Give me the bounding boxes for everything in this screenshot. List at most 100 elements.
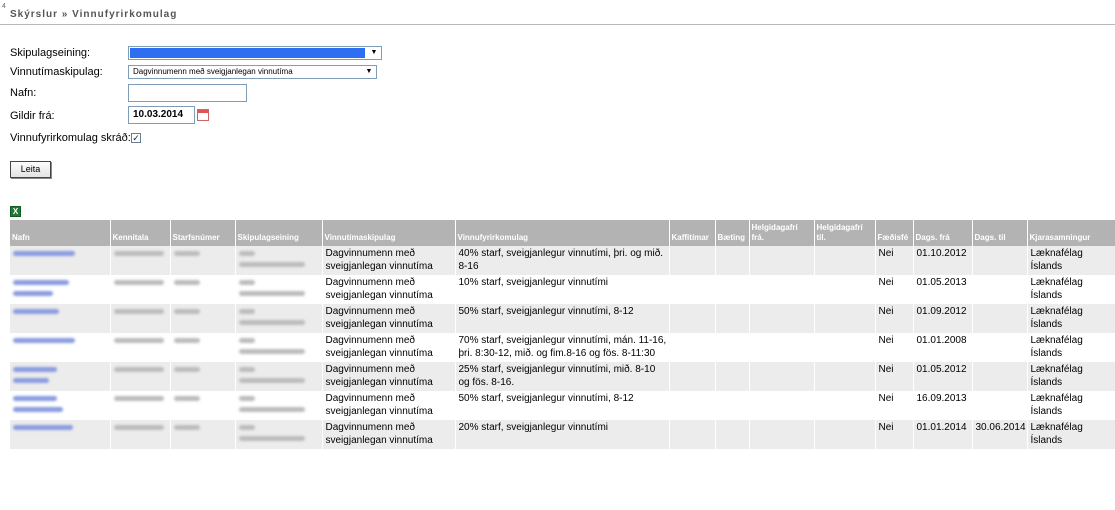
cell-skipulagseining-redacted [235, 275, 323, 304]
cell-dags-fra: 01.05.2013 [913, 275, 973, 304]
cell-faedisfe: Nei [875, 275, 914, 304]
col-header-kjarasamningur[interactable]: Kjarasamningur [1027, 220, 1115, 246]
col-header-dags-til[interactable]: Dags. til [972, 220, 1028, 246]
cell-nafn-link[interactable] [10, 246, 111, 275]
cell-vinnutimaskipulag: Dagvinnumenn með sveigjanlegan vinnutíma [322, 420, 456, 449]
cell-kaffitimar [669, 362, 716, 391]
col-header-nafn[interactable]: Nafn [10, 220, 111, 246]
cell-kjarasamningur: Læknafélag Íslands [1027, 391, 1115, 420]
cell-skipulagseining-redacted [235, 391, 323, 420]
cell-baeting [715, 391, 750, 420]
cell-faedisfe: Nei [875, 420, 914, 449]
cell-nafn-link[interactable] [10, 333, 111, 362]
cell-nafn-link[interactable] [10, 391, 111, 420]
skipulagseining-select[interactable]: ▼ [128, 46, 382, 60]
cell-starfsnumer-redacted [170, 391, 236, 420]
cell-starfsnumer-redacted [170, 362, 236, 391]
cell-dags-til [972, 275, 1028, 304]
cell-nafn-link[interactable] [10, 420, 111, 449]
cell-helgidagafri-fra [749, 420, 815, 449]
cell-dags-til: 30.06.2014 [972, 420, 1028, 449]
cell-faedisfe: Nei [875, 304, 914, 333]
cell-starfsnumer-redacted [170, 246, 236, 275]
col-header-vinnutimaskipulag[interactable]: Vinnutímaskipulag [322, 220, 456, 246]
cell-nafn-link[interactable] [10, 304, 111, 333]
nafn-label: Nafn: [10, 87, 37, 99]
cell-helgidagafri-til [814, 362, 876, 391]
cell-vinnufyrirkomulag: 10% starf, sveigjanlegur vinnutími [455, 275, 670, 304]
vinnufyrirkomulag-skrad-label: Vinnufyrirkomulag skráð: [10, 132, 131, 144]
cell-kennitala-redacted [110, 362, 171, 391]
cell-kjarasamningur: Læknafélag Íslands [1027, 420, 1115, 449]
table-row: Dagvinnumenn með sveigjanlegan vinnutíma… [10, 275, 1115, 304]
vinnutimaskipulag-label: Vinnutímaskipulag: [10, 66, 103, 78]
col-header-vinnufyrirkomulag[interactable]: Vinnufyrirkomulag [455, 220, 670, 246]
cell-dags-til [972, 362, 1028, 391]
breadcrumb-marker: 4 [2, 3, 6, 10]
breadcrumb-bar: 4 Skýrslur » Vinnufyrirkomulag [0, 0, 1115, 25]
cell-baeting [715, 304, 750, 333]
cell-vinnufyrirkomulag: 20% starf, sveigjanlegur vinnutími [455, 420, 670, 449]
cell-helgidagafri-fra [749, 333, 815, 362]
vinnutimaskipulag-select[interactable]: Dagvinnumenn með sveigjanlegan vinnutíma… [128, 65, 377, 79]
gildir-fra-input[interactable]: 10.03.2014 [128, 106, 195, 124]
gildir-fra-label: Gildir frá: [10, 110, 55, 122]
excel-icon[interactable]: X [10, 206, 21, 217]
vinnufyrirkomulag-skrad-checkbox[interactable]: ✓ [131, 133, 141, 143]
cell-kennitala-redacted [110, 275, 171, 304]
col-header-dags-fra[interactable]: Dags. frá [913, 220, 973, 246]
cell-kaffitimar [669, 275, 716, 304]
table-row: Dagvinnumenn með sveigjanlegan vinnutíma… [10, 391, 1115, 420]
col-header-baeting[interactable]: Bæting [715, 220, 750, 246]
cell-kennitala-redacted [110, 246, 171, 275]
cell-vinnutimaskipulag: Dagvinnumenn með sveigjanlegan vinnutíma [322, 391, 456, 420]
chevron-down-icon: ▼ [370, 49, 378, 56]
skipulagseining-label: Skipulagseining: [10, 47, 91, 59]
search-button[interactable]: Leita [10, 161, 51, 178]
cell-vinnufyrirkomulag: 50% starf, sveigjanlegur vinnutími, 8-12 [455, 391, 670, 420]
table-row: Dagvinnumenn með sveigjanlegan vinnutíma… [10, 333, 1115, 362]
calendar-icon[interactable] [197, 109, 209, 121]
col-header-helgidagafri-til[interactable]: Helgidagafrí til. [814, 220, 876, 246]
breadcrumb: Skýrslur » Vinnufyrirkomulag [10, 9, 178, 20]
vinnutimaskipulag-value: Dagvinnumenn með sveigjanlegan vinnutíma [133, 67, 293, 76]
col-header-faedisfe[interactable]: Fæðisfé [875, 220, 914, 246]
cell-helgidagafri-til [814, 304, 876, 333]
cell-helgidagafri-fra [749, 391, 815, 420]
cell-kjarasamningur: Læknafélag Íslands [1027, 304, 1115, 333]
cell-dags-fra: 01.09.2012 [913, 304, 973, 333]
cell-dags-fra: 01.01.2008 [913, 333, 973, 362]
cell-vinnutimaskipulag: Dagvinnumenn með sveigjanlegan vinnutíma [322, 362, 456, 391]
col-header-helgidagafri-fra[interactable]: Helgidagafrí frá. [749, 220, 815, 246]
col-header-starfsnumer[interactable]: Starfsnúmer [170, 220, 236, 246]
cell-faedisfe: Nei [875, 333, 914, 362]
results-table: Nafn Kennitala Starfsnúmer Skipulagseini… [10, 220, 1115, 449]
cell-vinnutimaskipulag: Dagvinnumenn með sveigjanlegan vinnutíma [322, 275, 456, 304]
cell-kjarasamningur: Læknafélag Íslands [1027, 333, 1115, 362]
cell-nafn-link[interactable] [10, 362, 111, 391]
cell-kennitala-redacted [110, 391, 171, 420]
cell-dags-til [972, 391, 1028, 420]
cell-kaffitimar [669, 246, 716, 275]
cell-skipulagseining-redacted [235, 333, 323, 362]
col-header-kennitala[interactable]: Kennitala [110, 220, 171, 246]
cell-dags-til [972, 333, 1028, 362]
cell-skipulagseining-redacted [235, 246, 323, 275]
cell-helgidagafri-til [814, 391, 876, 420]
cell-helgidagafri-til [814, 333, 876, 362]
table-row: Dagvinnumenn með sveigjanlegan vinnutíma… [10, 246, 1115, 275]
col-header-skipulagseining[interactable]: Skipulagseining [235, 220, 323, 246]
cell-vinnutimaskipulag: Dagvinnumenn með sveigjanlegan vinnutíma [322, 246, 456, 275]
cell-helgidagafri-til [814, 246, 876, 275]
cell-nafn-link[interactable] [10, 275, 111, 304]
cell-kjarasamningur: Læknafélag Íslands [1027, 362, 1115, 391]
cell-helgidagafri-til [814, 275, 876, 304]
col-header-kaffitimar[interactable]: Kaffitímar [669, 220, 716, 246]
cell-starfsnumer-redacted [170, 275, 236, 304]
cell-skipulagseining-redacted [235, 420, 323, 449]
cell-kaffitimar [669, 333, 716, 362]
cell-helgidagafri-fra [749, 275, 815, 304]
cell-dags-fra: 01.10.2012 [913, 246, 973, 275]
cell-starfsnumer-redacted [170, 420, 236, 449]
nafn-input[interactable] [128, 84, 247, 102]
